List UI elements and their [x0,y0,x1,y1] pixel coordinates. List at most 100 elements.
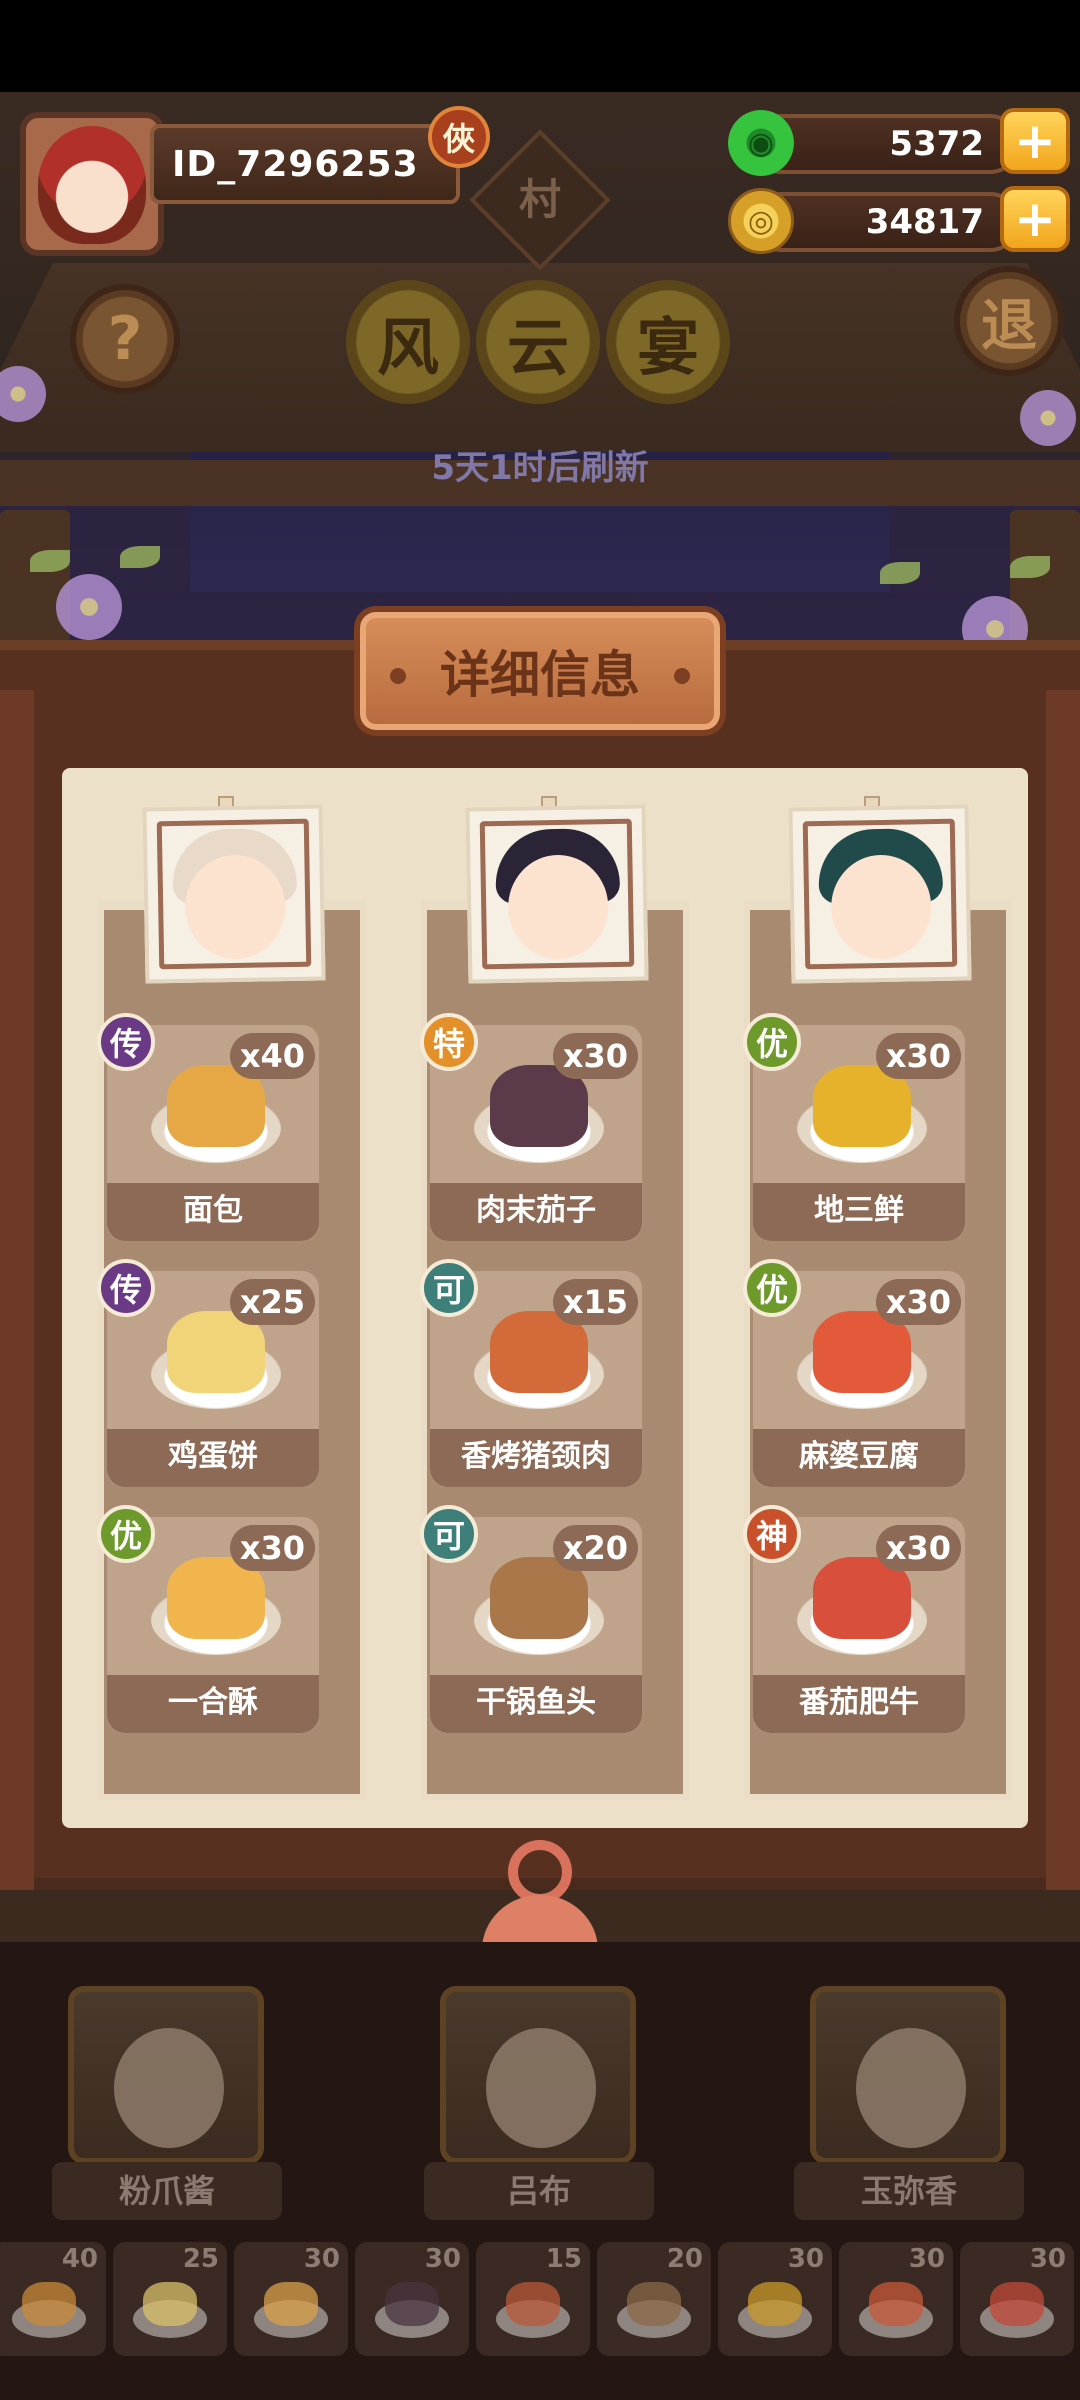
leaf-icon [30,550,70,572]
dish-quantity: x30 [552,1033,638,1079]
dish-icon [990,2282,1044,2326]
grade-badge: 特 [420,1013,478,1071]
chef-portrait[interactable] [142,804,326,984]
dish-quantity: x30 [229,1525,315,1571]
dock-dish-count: 25 [182,2244,219,2274]
status-bar [0,0,1080,92]
dish-card[interactable]: x30 地三鲜 优 [743,1013,968,1244]
dish-card[interactable]: x30 番茄肥牛 神 [743,1505,968,1736]
dish-name: 麻婆豆腐 [753,1429,965,1487]
dish-quantity: x40 [229,1033,315,1079]
dock-dish-slot[interactable]: 30 [234,2242,348,2356]
dock-dish-count: 20 [666,2244,703,2274]
avatar-portrait [38,126,146,244]
dock-dish-count: 40 [61,2244,98,2274]
grade-badge: 优 [97,1505,155,1563]
dock-dish-slot[interactable]: 15 [476,2242,590,2356]
dish-card[interactable]: x20 干锅鱼头 可 [420,1505,645,1736]
flower-icon [56,574,122,640]
dock-dish-count: 30 [424,2244,461,2274]
exit-button[interactable]: 退 [954,266,1064,376]
dish-name: 一合酥 [107,1675,319,1733]
add-jade-button[interactable]: + [1000,108,1070,174]
grade-badge: 传 [97,1013,155,1071]
dock-chef-name: 吕布 [424,2162,654,2220]
chef-avatar [114,2028,224,2148]
grade-badge: 神 [743,1505,801,1563]
village-label: 村 [518,175,561,224]
dock-dish-slot[interactable]: 30 [960,2242,1074,2356]
dock-dish-slot[interactable]: 40 [0,2242,106,2356]
dock-dish-count: 15 [545,2244,582,2274]
dock-chef-slot[interactable] [440,1986,636,2164]
dish-card[interactable]: x25 鸡蛋饼 传 [97,1259,322,1490]
dock-dish-slot[interactable]: 20 [597,2242,711,2356]
dish-name: 面包 [107,1183,319,1241]
dish-quantity: x30 [875,1033,961,1079]
jade-icon: ◉ [728,110,794,176]
dish-card[interactable]: x40 面包 传 [97,1013,322,1244]
dish-icon [143,2282,197,2326]
dish-icon [385,2282,439,2326]
title-badge-icon[interactable]: 俠 [428,106,490,168]
coin-icon: ◎ [728,188,794,254]
grade-badge: 优 [743,1013,801,1071]
detail-panel-title: 详细信息 [354,606,726,736]
dock-dish-slot[interactable]: 30 [355,2242,469,2356]
grade-badge: 可 [420,1259,478,1317]
dish-card[interactable]: x30 麻婆豆腐 优 [743,1259,968,1490]
grade-badge: 优 [743,1259,801,1317]
panel-left-rail [0,690,34,1890]
help-button[interactable]: ? [70,284,180,394]
dock-dish-count: 30 [787,2244,824,2274]
portrait-frame [802,818,958,970]
leaf-icon [1010,556,1050,578]
dish-name: 番茄肥牛 [753,1675,965,1733]
portrait-face [184,854,287,960]
add-coin-button[interactable]: + [1000,186,1070,252]
dock-dish-slot[interactable]: 30 [839,2242,953,2356]
chef-portrait[interactable] [788,804,972,984]
dish-quantity: x30 [875,1525,961,1571]
dish-name: 香烤猪颈肉 [430,1429,642,1487]
chef-portrait[interactable] [465,804,649,984]
event-title-char: 云 [476,280,600,404]
dock-chef-slot[interactable] [68,1986,264,2164]
dock-dish-slot[interactable]: 30 [718,2242,832,2356]
dish-quantity: x30 [875,1279,961,1325]
dish-quantity: x25 [229,1279,315,1325]
refresh-timer: 5天1时后刷新 [431,448,649,488]
dish-icon [264,2282,318,2326]
dock-chef-slot[interactable] [810,1986,1006,2164]
dish-card[interactable]: x30 肉末茄子 特 [420,1013,645,1244]
dish-icon [506,2282,560,2326]
dish-icon [869,2282,923,2326]
dock-dish-slot[interactable]: 25 [113,2242,227,2356]
chef-avatar [486,2028,596,2148]
grade-badge: 传 [97,1259,155,1317]
player-id-label: ID_7296253 [150,124,460,204]
chef-avatar [856,2028,966,2148]
dock-chef-name: 粉爪酱 [52,2162,282,2220]
event-title-char: 风 [346,280,470,404]
portrait-face [507,854,610,960]
panel-right-rail [1046,690,1080,1890]
dish-card[interactable]: x30 一合酥 优 [97,1505,322,1736]
dock-dish-count: 30 [1029,2244,1066,2274]
dish-name: 肉末茄子 [430,1183,642,1241]
dish-name: 干锅鱼头 [430,1675,642,1733]
flower-icon [1020,390,1076,446]
dish-name: 地三鲜 [753,1183,965,1241]
player-avatar[interactable] [20,112,164,256]
dish-quantity: x15 [552,1279,638,1325]
dish-quantity: x20 [552,1525,638,1571]
dock-dish-count: 30 [908,2244,945,2274]
leaf-icon [880,562,920,584]
grade-badge: 可 [420,1505,478,1563]
leaf-icon [120,546,160,568]
dish-icon [627,2282,681,2326]
dock-dish-count: 30 [303,2244,340,2274]
dish-name: 鸡蛋饼 [107,1429,319,1487]
event-title-char: 宴 [606,280,730,404]
dish-card[interactable]: x15 香烤猪颈肉 可 [420,1259,645,1490]
